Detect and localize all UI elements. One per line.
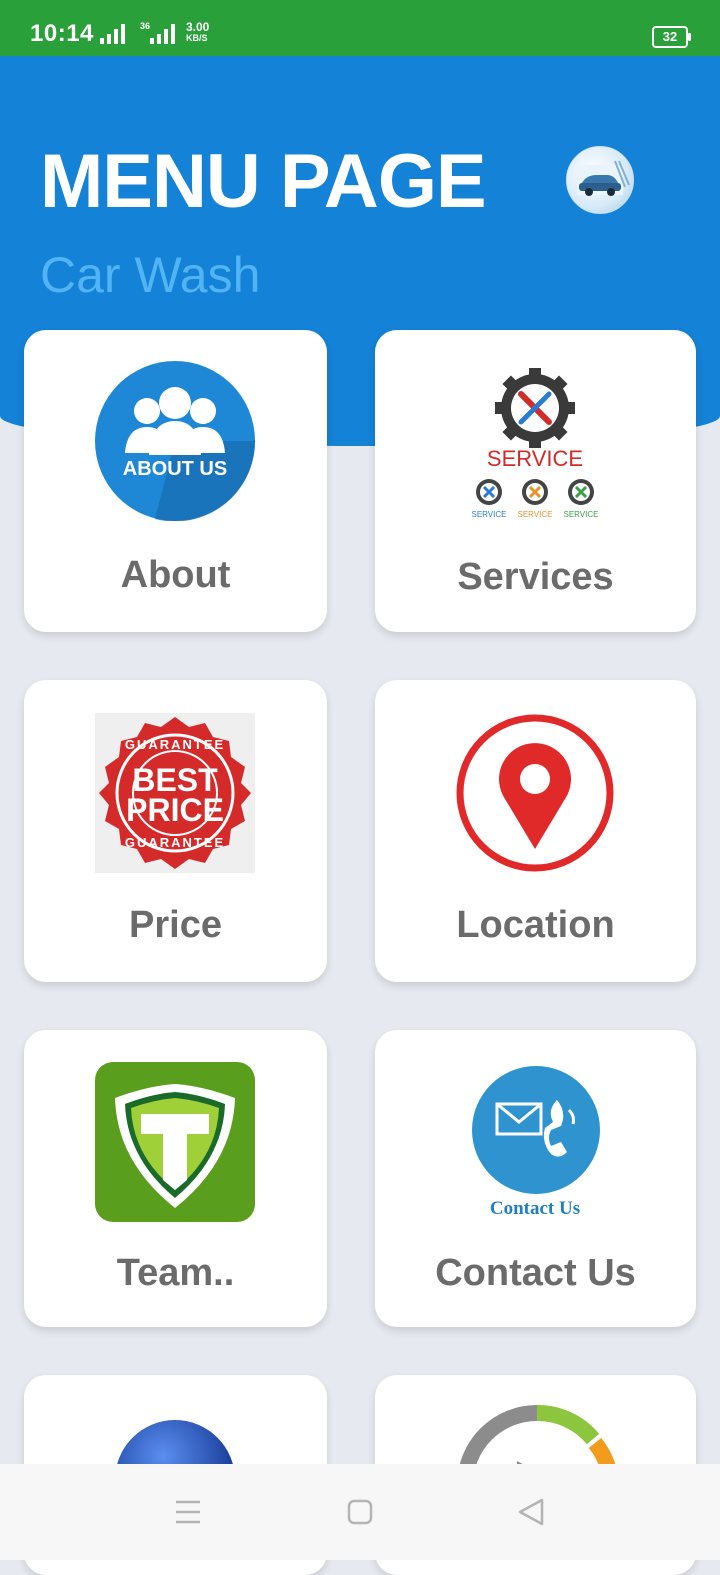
service-icon-text: SERVICE <box>487 446 583 471</box>
menu-card-services[interactable]: SERVICE SERVICE SERVICE SERVICE Services <box>375 330 696 632</box>
price-ring-text-bottom: GUARANTEE <box>125 835 225 850</box>
contact-icon-text: Contact Us <box>490 1198 580 1219</box>
about-us-icon: ABOUT US <box>95 361 256 522</box>
menu-label-contact: Contact Us <box>435 1252 636 1294</box>
home-button[interactable] <box>300 1464 420 1560</box>
menu-card-team[interactable]: Team.. <box>24 1030 327 1327</box>
service-sub-text-3: SERVICE <box>564 510 599 519</box>
location-pin-icon <box>455 713 615 873</box>
menu-card-about[interactable]: ABOUT US About <box>24 330 327 632</box>
network-speed: 3.00 KB/S <box>186 20 210 44</box>
service-sub-text-1: SERVICE <box>472 510 507 519</box>
recent-apps-button[interactable] <box>128 1464 248 1560</box>
menu-card-location[interactable]: Location <box>375 680 696 982</box>
status-time: 10:14 <box>30 20 94 47</box>
menu-label-price: Price <box>129 904 222 946</box>
contact-phone-mail-icon: Contact Us <box>455 1062 615 1222</box>
speed-unit: KB/S <box>186 33 208 43</box>
menu-card-contact[interactable]: Contact Us Contact Us <box>375 1030 696 1327</box>
page-subtitle: Car Wash <box>40 247 261 303</box>
service-gear-icon: SERVICE SERVICE SERVICE SERVICE <box>455 368 615 528</box>
service-sub-text-2: SERVICE <box>518 510 553 519</box>
home-square-icon <box>347 1499 373 1525</box>
team-shield-icon <box>95 1062 255 1222</box>
network-type-label: 36 <box>140 21 151 31</box>
back-triangle-icon <box>518 1498 544 1526</box>
speed-value: 3.00 <box>186 20 210 34</box>
menu-label-team: Team.. <box>116 1252 235 1294</box>
page-title: MENU PAGE <box>40 139 487 224</box>
status-bar: 10:14 36 3.00 KB/S 32 <box>0 0 720 56</box>
menu-label-about: About <box>120 554 231 596</box>
car-wash-logo <box>566 146 634 214</box>
menu-label-services: Services <box>457 556 614 598</box>
menu-lines-icon <box>176 1500 200 1524</box>
price-icon-text-2: PRICE <box>126 792 224 828</box>
battery-indicator: 32 <box>652 26 691 48</box>
signal-icon <box>100 22 132 44</box>
back-button[interactable] <box>470 1464 590 1560</box>
menu-card-price[interactable]: GUARANTEE GUARANTEE BEST PRICE Price <box>24 680 327 982</box>
signal-icon-2 <box>150 22 180 44</box>
about-us-icon-text: ABOUT US <box>123 458 227 480</box>
best-price-badge-icon: GUARANTEE GUARANTEE BEST PRICE <box>95 713 255 873</box>
price-ring-text-top: GUARANTEE <box>125 737 225 752</box>
menu-label-location: Location <box>456 904 615 946</box>
system-nav-bar <box>0 1464 720 1560</box>
